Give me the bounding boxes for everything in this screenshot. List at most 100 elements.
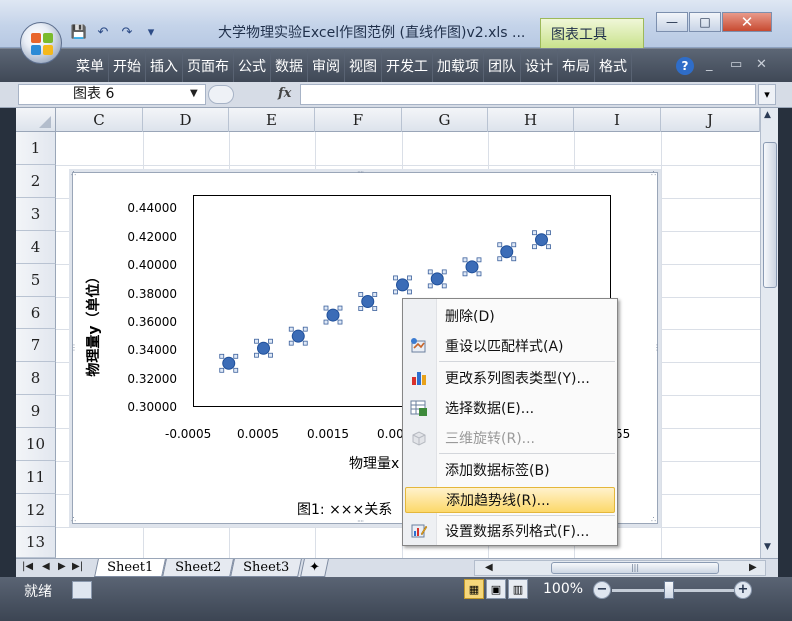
- sheet-tab-sheet1[interactable]: Sheet1: [94, 559, 167, 577]
- macro-recording-icon[interactable]: [72, 581, 92, 599]
- help-button[interactable]: ?: [676, 57, 694, 75]
- save-button[interactable]: 💾: [68, 22, 90, 42]
- row-header[interactable]: 4: [16, 231, 56, 264]
- insert-sheet-button[interactable]: ✦: [300, 559, 329, 577]
- undo-button[interactable]: ↶: [92, 22, 114, 42]
- data-point[interactable]: [393, 275, 412, 295]
- first-sheet-icon[interactable]: |◀: [22, 561, 33, 572]
- status-text: 就绪: [24, 584, 52, 600]
- ribbon-restore-button[interactable]: ▭: [730, 57, 742, 72]
- column-header[interactable]: C: [56, 108, 143, 132]
- redo-button[interactable]: ↷: [116, 22, 138, 42]
- ribbon-minimize-button[interactable]: _: [706, 57, 713, 72]
- column-header[interactable]: H: [488, 108, 574, 132]
- menu-item-add-trendline[interactable]: 添加趋势线(R)...: [405, 487, 615, 513]
- insert-function-button[interactable]: fx: [278, 86, 291, 101]
- tab-home[interactable]: 开始: [109, 49, 146, 83]
- zoom-in-button[interactable]: +: [734, 581, 752, 599]
- sheet-tab-sheet3[interactable]: Sheet3: [230, 559, 303, 577]
- data-point[interactable]: [288, 326, 308, 346]
- vertical-scrollbar[interactable]: ▲ ▼: [760, 108, 778, 558]
- page-layout-view-button[interactable]: ▣: [486, 579, 506, 599]
- vertical-scroll-thumb[interactable]: [763, 142, 777, 288]
- menu-item-format-data-series[interactable]: 设置数据系列格式(F)...: [405, 518, 615, 544]
- row-header[interactable]: 2: [16, 165, 56, 198]
- tab-formulas[interactable]: 公式: [234, 49, 271, 83]
- row-header[interactable]: 5: [16, 264, 56, 297]
- customize-qat-button[interactable]: ▾: [140, 22, 162, 42]
- menu-item-3d-rotation[interactable]: 三维旋转(R)...: [405, 425, 615, 451]
- status-bar: 就绪 ▦ ▣ ▥ 100% − +: [0, 577, 792, 621]
- office-button[interactable]: [20, 22, 62, 64]
- tab-addins[interactable]: 加载项: [433, 49, 484, 83]
- ribbon-close-button[interactable]: ✕: [756, 57, 767, 72]
- worksheet-grid[interactable]: C D E F G H I J 1 2 3 4 5 6 7 8 9 10 11 …: [16, 108, 760, 558]
- formula-bar-resize-handle[interactable]: [208, 85, 234, 104]
- row-header[interactable]: 1: [16, 132, 56, 165]
- menu-item-change-chart-type[interactable]: 更改系列图表类型(Y)...: [405, 365, 615, 391]
- menu-item-add-data-labels[interactable]: 添加数据标签(B): [405, 457, 615, 483]
- name-box[interactable]: 图表 6: [18, 84, 206, 105]
- close-window-button[interactable]: ✕: [722, 12, 772, 32]
- row-header[interactable]: 10: [16, 428, 56, 461]
- next-sheet-icon[interactable]: ▶: [58, 561, 66, 572]
- tab-view[interactable]: 视图: [345, 49, 382, 83]
- row-header[interactable]: 7: [16, 329, 56, 362]
- data-point[interactable]: [219, 353, 239, 373]
- data-point[interactable]: [358, 292, 378, 311]
- column-header[interactable]: D: [143, 108, 229, 132]
- column-header[interactable]: F: [315, 108, 402, 132]
- tab-format[interactable]: 格式: [595, 49, 632, 83]
- tab-team[interactable]: 团队: [484, 49, 521, 83]
- tab-data[interactable]: 数据: [271, 49, 308, 83]
- scroll-down-icon[interactable]: ▼: [764, 542, 771, 552]
- select-all-button[interactable]: [16, 108, 56, 132]
- menu-item-reset-style[interactable]: 重设以匹配样式(A): [405, 333, 615, 359]
- select-data-icon: [410, 400, 427, 416]
- restore-window-button[interactable]: □: [689, 12, 721, 32]
- scroll-up-icon[interactable]: ▲: [764, 110, 771, 120]
- horizontal-scroll-thumb[interactable]: |||: [551, 562, 719, 574]
- tab-layout[interactable]: 布局: [558, 49, 595, 83]
- column-header[interactable]: I: [574, 108, 661, 132]
- name-box-dropdown-icon[interactable]: ▼: [190, 88, 198, 99]
- last-sheet-icon[interactable]: ▶|: [72, 561, 83, 572]
- prev-sheet-icon[interactable]: ◀: [42, 561, 50, 572]
- zoom-out-button[interactable]: −: [593, 581, 611, 599]
- sheet-tab-sheet2[interactable]: Sheet2: [162, 559, 235, 577]
- row-header[interactable]: 11: [16, 461, 56, 494]
- formula-input[interactable]: [300, 84, 756, 105]
- menu-item-select-data[interactable]: 选择数据(E)...: [405, 395, 615, 421]
- column-header[interactable]: G: [402, 108, 488, 132]
- tab-developer[interactable]: 开发工: [382, 49, 433, 83]
- tab-page-layout[interactable]: 页面布: [183, 49, 234, 83]
- page-break-view-button[interactable]: ▥: [508, 579, 528, 599]
- data-point[interactable]: [427, 269, 447, 289]
- data-point[interactable]: [254, 338, 273, 358]
- tab-insert[interactable]: 插入: [146, 49, 183, 83]
- menu-item-delete[interactable]: 删除(D): [405, 303, 615, 329]
- row-header[interactable]: 13: [16, 527, 56, 558]
- data-point[interactable]: [462, 257, 482, 277]
- normal-view-button[interactable]: ▦: [464, 579, 484, 599]
- zoom-level[interactable]: 100%: [543, 581, 583, 597]
- tab-menu[interactable]: 菜单: [72, 49, 109, 83]
- data-point[interactable]: [532, 230, 551, 250]
- row-header[interactable]: 12: [16, 494, 56, 527]
- column-header[interactable]: J: [661, 108, 760, 132]
- row-header[interactable]: 6: [16, 297, 56, 329]
- row-header[interactable]: 3: [16, 198, 56, 231]
- row-header[interactable]: 8: [16, 362, 56, 395]
- row-header[interactable]: 9: [16, 395, 56, 428]
- zoom-slider-thumb[interactable]: [664, 581, 674, 599]
- tab-design[interactable]: 设计: [521, 49, 558, 83]
- column-header[interactable]: E: [229, 108, 315, 132]
- minimize-window-button[interactable]: —: [656, 12, 688, 32]
- scroll-left-icon[interactable]: ◀: [485, 562, 493, 573]
- data-point[interactable]: [497, 242, 517, 262]
- data-point[interactable]: [323, 305, 343, 325]
- expand-formula-bar-button[interactable]: ▾: [758, 84, 776, 105]
- scroll-right-icon[interactable]: ▶: [749, 562, 757, 573]
- horizontal-scrollbar[interactable]: ◀ ||| ▶: [474, 560, 766, 576]
- tab-review[interactable]: 审阅: [308, 49, 345, 83]
